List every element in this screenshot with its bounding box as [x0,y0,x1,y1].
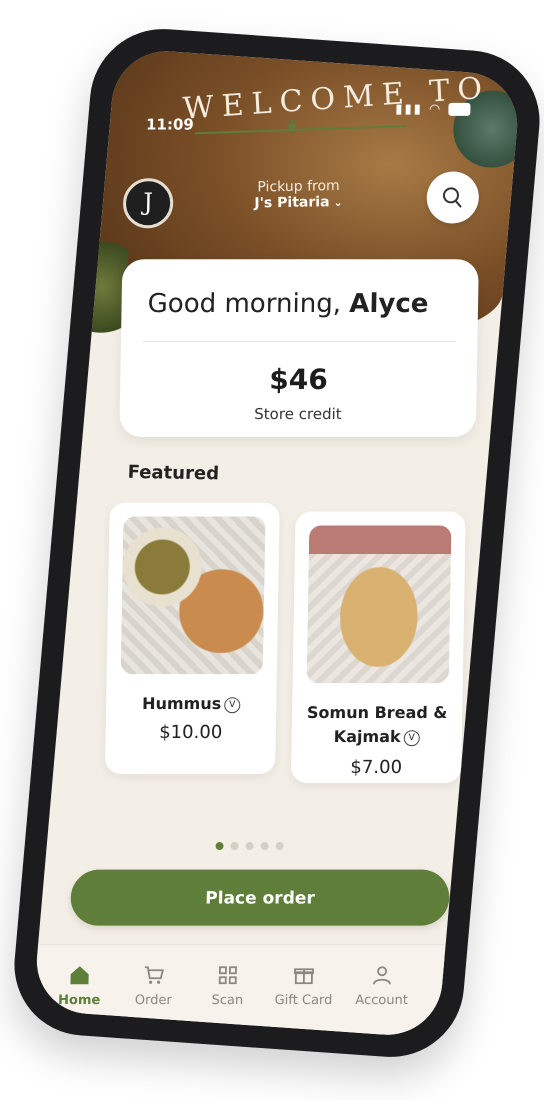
place-order-button[interactable]: Place order [70,869,450,926]
welcome-sign: WELCOME TO [182,70,491,127]
credit-label: Store credit [254,405,342,423]
tab-order[interactable]: Order [115,963,192,1008]
status-icons: ▮▮▮ ◠ [395,101,471,117]
featured-title: Featured [127,461,220,485]
tab-gift-card[interactable]: Gift Card [265,963,342,1008]
chevron-down-icon: ⌄ [333,195,343,210]
vegetarian-icon: V [403,729,420,746]
tab-account[interactable]: Account [343,963,420,1008]
featured-item-somun-bread[interactable]: Somun Bread & Kajmak V $7.00 [290,511,466,784]
pickup-location-selector[interactable]: Pickup from J's Pitaria ⌄ [254,178,342,211]
store-credit-card[interactable]: Good morning, Alyce $46 Store credit [119,259,479,437]
greeting-text: Good morning, [147,289,342,320]
phone-frame: WELCOME TO ❦ 11:09 ▮▮▮ ◠ J Pickup from J… [8,24,544,1062]
tab-label: Order [134,993,172,1009]
carousel-dot[interactable] [275,842,284,851]
pickup-label: Pickup from [257,178,340,196]
tab-label: Account [355,993,409,1009]
product-price: $7.00 [350,757,403,779]
person-icon [372,966,391,985]
carousel-dot[interactable] [245,842,254,851]
product-title: Somun Bread & Kajmak [306,703,448,747]
tab-label: Home [57,993,101,1009]
user-name: Alyce [349,289,429,320]
featured-item-hummus[interactable]: Hummus V $10.00 [104,502,280,775]
product-price: $10.00 [159,722,223,744]
home-icon [70,966,89,985]
search-icon [442,187,462,208]
app-screen: WELCOME TO ❦ 11:09 ▮▮▮ ◠ J Pickup from J… [32,47,522,1039]
pickup-store: J's Pitaria ⌄ [254,194,343,212]
store-name: J's Pitaria [254,194,330,212]
bottom-tab-bar: Home Order Scan Gift Card Account [36,944,445,1039]
cart-icon [144,966,165,984]
tab-label: Scan [211,993,244,1009]
carousel-dot[interactable] [260,842,269,851]
battery-icon [448,102,471,116]
carousel-dots[interactable] [215,835,290,854]
vegetarian-icon: V [224,696,241,713]
qr-scan-icon [218,966,237,985]
tab-label: Gift Card [274,993,333,1009]
carousel-dot[interactable] [230,842,239,851]
signal-icon: ▮▮▮ [395,101,423,117]
tab-home[interactable]: Home [41,963,118,1008]
carousel-dot[interactable] [215,842,224,851]
product-image [120,516,266,675]
product-title: Hummus [141,694,222,714]
sprig-icon: ❦ [285,115,300,136]
tab-scan[interactable]: Scan [189,963,266,1008]
product-name: Hummus V [114,692,269,716]
product-name: Somun Bread & Kajmak V [299,701,454,749]
divider [142,341,456,343]
product-image [306,525,452,684]
status-time: 11:09 [145,115,194,134]
welcome-rule [194,125,406,135]
gift-icon [294,968,314,985]
wifi-icon: ◠ [428,101,443,117]
greeting: Good morning, Alyce [147,289,428,319]
credit-amount: $46 [268,363,329,397]
